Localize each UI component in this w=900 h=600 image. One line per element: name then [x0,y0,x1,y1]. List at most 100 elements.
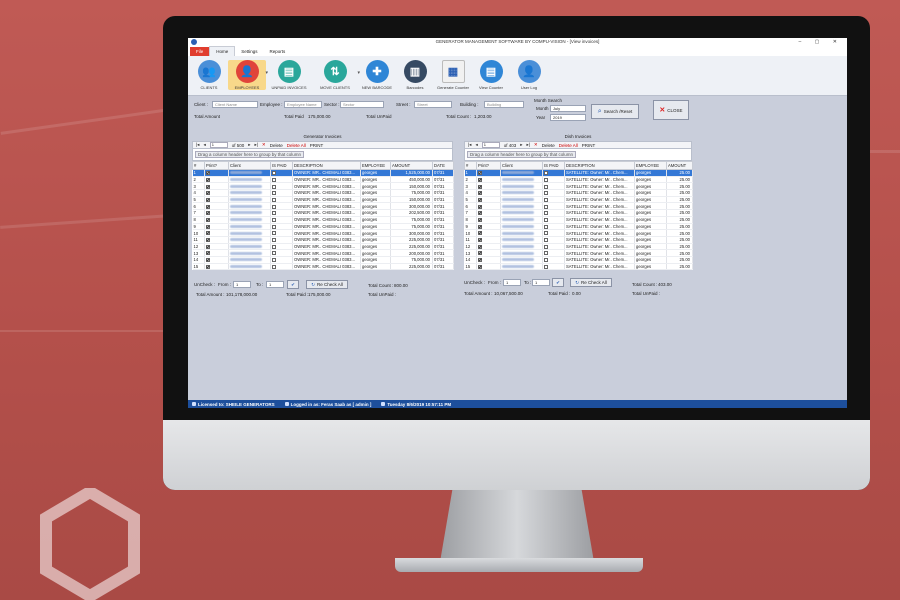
is-paid-cell[interactable] [542,169,565,177]
generator-check-icon[interactable]: ✔ [287,280,299,289]
column-header[interactable]: IS PAID [542,161,565,170]
is-paid-cell[interactable] [270,176,293,184]
print-cell[interactable] [204,169,229,177]
delete-button[interactable]: Delete [542,143,555,148]
street-input[interactable]: Street [414,101,452,108]
print-checkbox[interactable] [206,218,210,223]
column-header[interactable]: IS PAID [270,161,293,170]
print-checkbox[interactable] [206,211,210,216]
print-checkbox[interactable] [478,177,482,182]
table-row[interactable]: 1 OWNER: MR.. CHEMALI 0383... georges 1,525… [192,169,454,177]
group-panel[interactable]: Drag a column header here to group by th… [192,149,453,161]
column-header[interactable]: AMOUNT [666,161,693,170]
generator-grid[interactable]: # Print? Client IS PAID DESCRIPTION EMPLOYEE A… [192,161,454,271]
is-paid-cell[interactable] [542,202,565,211]
is-paid-cell[interactable] [542,229,565,237]
is-paid-cell[interactable] [542,196,565,204]
print-checkbox[interactable] [478,184,482,189]
is-paid-cell[interactable] [542,209,565,217]
dish-grid[interactable]: # Print? Client IS PAID DESCRIPTION EMPLOYEE A… [464,161,693,271]
is-paid-checkbox[interactable] [544,204,548,209]
table-row[interactable]: 15 OWNER: MR.. CHEMALI 0383... georges 225,… [192,263,454,271]
tab-reports[interactable]: Reports [264,47,292,56]
month-select[interactable]: July [550,105,586,112]
is-paid-checkbox[interactable] [272,171,276,176]
print-checkbox[interactable] [206,177,210,182]
print-cell[interactable] [476,169,501,177]
print-checkbox[interactable] [206,184,210,189]
client-input[interactable]: Client Name [212,101,258,108]
column-header[interactable]: # [464,161,477,170]
column-header[interactable]: # [192,161,205,170]
is-paid-cell[interactable] [542,263,565,271]
is-paid-cell[interactable] [270,263,293,271]
is-paid-cell[interactable] [270,209,293,217]
table-row[interactable]: 1 SATELLITE: Owner: Mr.. Chem... georges 25… [464,169,693,177]
table-row[interactable]: 3 OWNER: MR.. CHEMALI 0383... georges 150,0… [192,182,454,191]
column-header[interactable]: DATE [432,161,454,170]
column-header[interactable]: EMPLOYEE [360,161,391,170]
is-paid-checkbox[interactable] [544,191,548,196]
is-paid-checkbox[interactable] [544,251,548,256]
sector-input[interactable]: Sector [340,101,384,108]
is-paid-cell[interactable] [270,229,293,237]
last-page-icon[interactable]: ▸| [254,142,257,148]
print-cell[interactable] [476,249,501,257]
column-header[interactable]: Print? [204,161,229,170]
is-paid-checkbox[interactable] [544,177,548,182]
is-paid-checkbox[interactable] [272,264,276,269]
table-row[interactable]: 5 SATELLITE: Owner: Mr.. Chem... georges 25… [464,196,693,204]
tab-home[interactable]: Home [209,46,236,56]
next-page-icon[interactable]: ▸ [248,142,250,148]
employee-input[interactable]: Employee Name [284,101,322,108]
generator-from-input[interactable]: 1 [233,281,251,288]
table-row[interactable]: 11 SATELLITE: Owner: Mr.. Chem... georges 2… [464,236,693,244]
is-paid-checkbox[interactable] [272,197,276,202]
first-page-icon[interactable]: |◂ [468,142,471,148]
table-row[interactable]: 6 OWNER: MR.. CHEMALI 0383... georges 300,0… [192,202,454,211]
print-checkbox[interactable] [206,197,210,202]
table-row[interactable]: 13 SATELLITE: Owner: Mr.. Chem... georges 2… [464,249,693,257]
print-checkbox[interactable] [206,204,210,209]
is-paid-checkbox[interactable] [544,238,548,243]
dish-recheck-button[interactable]: ↻ Re Check All [570,278,612,287]
table-row[interactable]: 5 OWNER: MR.. CHEMALI 0383... georges 150,0… [192,196,454,204]
table-row[interactable]: 15 SATELLITE: Owner: Mr.. Chem... georges 2… [464,263,693,271]
print-cell[interactable] [204,209,229,217]
column-header[interactable]: AMOUNT [390,161,433,170]
print-checkbox[interactable] [478,197,482,202]
print-cell[interactable] [204,243,229,251]
dish-to-input[interactable]: 1 [532,279,550,286]
print-checkbox[interactable] [478,218,482,223]
ribbon-employees-button[interactable]: 👤 EMPLOYEES ▾ [228,60,268,90]
dish-from-input[interactable]: 1 [503,279,521,286]
print-checkbox[interactable] [478,264,482,269]
is-paid-checkbox[interactable] [272,238,276,243]
print-cell[interactable] [204,196,229,204]
print-checkbox[interactable] [206,231,210,236]
print-cell[interactable] [204,202,229,211]
print-checkbox[interactable] [206,224,210,229]
is-paid-cell[interactable] [270,169,293,177]
print-checkbox[interactable] [478,231,482,236]
is-paid-checkbox[interactable] [544,197,548,202]
print-cell[interactable] [476,216,501,224]
prev-page-icon[interactable]: ◂ [475,142,477,148]
ribbon-new-barcode-button[interactable]: ✚ NEW BARCODE [358,60,396,90]
group-panel[interactable]: Drag a column header here to group by th… [464,149,692,161]
generator-to-input[interactable]: 1 [266,281,284,288]
last-page-icon[interactable]: ▸| [526,142,529,148]
is-paid-cell[interactable] [542,236,565,244]
ribbon-barcodes-button[interactable]: ▥ Barcodes [396,60,434,90]
page-input[interactable]: 1 [481,142,500,148]
print-cell[interactable] [476,209,501,217]
is-paid-checkbox[interactable] [272,244,276,249]
table-row[interactable]: 4 SATELLITE: Owner: Mr.. Chem... georges 25… [464,189,693,197]
is-paid-checkbox[interactable] [272,184,276,189]
is-paid-checkbox[interactable] [544,264,548,269]
print-checkbox[interactable] [478,191,482,196]
print-checkbox[interactable] [478,204,482,209]
table-row[interactable]: 7 OWNER: MR.. CHEMALI 0383... georges 202,5… [192,209,454,217]
table-row[interactable]: 12 OWNER: MR.. CHEMALI 0383... georges 225,… [192,243,454,251]
ribbon-unpaid-invoices-button[interactable]: ▤ UNPAID INVOICES [266,60,312,90]
